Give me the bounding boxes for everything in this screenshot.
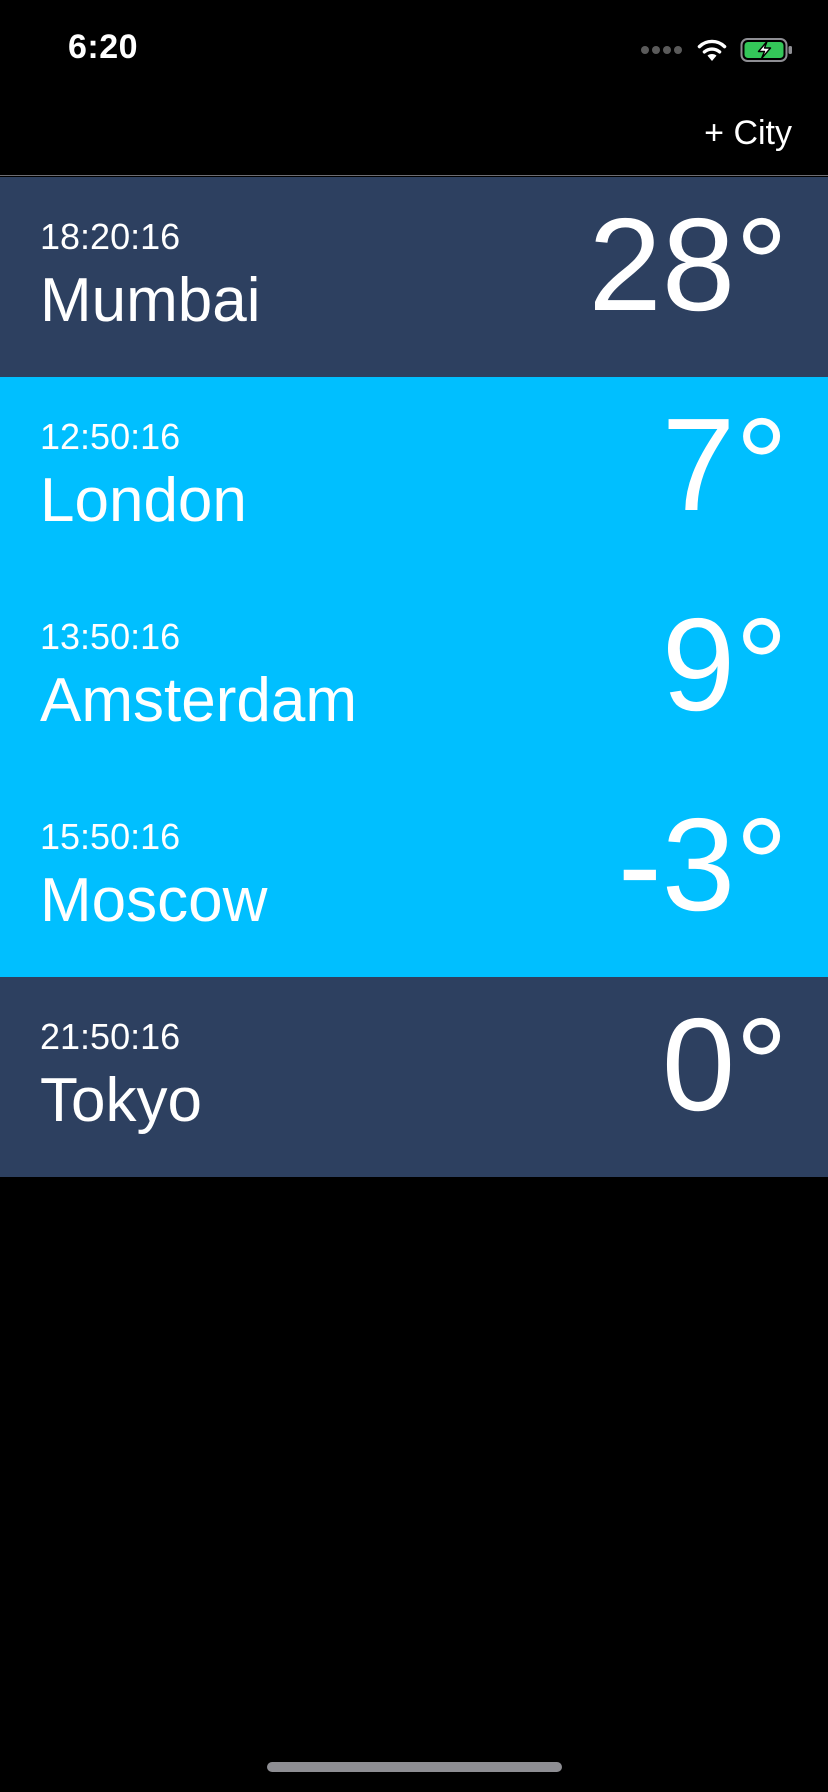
- city-name: Mumbai: [40, 266, 261, 335]
- city-temperature: 28°: [588, 191, 788, 338]
- city-local-time: 12:50:16: [40, 416, 181, 457]
- home-indicator[interactable]: [267, 1762, 562, 1772]
- city-local-time: 13:50:16: [40, 616, 181, 657]
- city-temperature: 9°: [661, 591, 788, 738]
- city-local-time: 21:50:16: [40, 1016, 181, 1057]
- city-row-london[interactable]: 12:50:16 London 7°: [0, 377, 828, 577]
- add-city-button[interactable]: + City: [704, 114, 792, 153]
- city-temperature: 7°: [661, 391, 788, 538]
- city-list: 18:20:16 Mumbai 28° 12:50:16 London 7° 13:50:1…: [0, 177, 828, 1177]
- city-row-mumbai[interactable]: 18:20:16 Mumbai 28°: [0, 177, 828, 377]
- city-name: Moscow: [40, 866, 268, 935]
- city-local-time: 18:20:16: [40, 216, 181, 257]
- city-row-amsterdam[interactable]: 13:50:16 Amsterdam 9°: [0, 577, 828, 777]
- city-temperature: -3°: [617, 791, 788, 938]
- city-local-time: 15:50:16: [40, 816, 181, 857]
- navigation-bar: + City: [0, 100, 828, 176]
- cellular-signal-icon: [641, 46, 682, 54]
- status-icons: [641, 36, 794, 64]
- city-temperature: 0°: [661, 991, 788, 1138]
- status-bar: 6:20: [0, 0, 828, 100]
- city-row-tokyo[interactable]: 21:50:16 Tokyo 0°: [0, 977, 828, 1177]
- city-name: Amsterdam: [40, 666, 357, 735]
- city-name: Tokyo: [40, 1066, 202, 1135]
- wifi-icon: [697, 39, 727, 61]
- city-row-moscow[interactable]: 15:50:16 Moscow -3°: [0, 777, 828, 977]
- status-time: 6:20: [68, 28, 139, 66]
- battery-charging-icon: [740, 38, 792, 62]
- city-name: London: [40, 466, 247, 535]
